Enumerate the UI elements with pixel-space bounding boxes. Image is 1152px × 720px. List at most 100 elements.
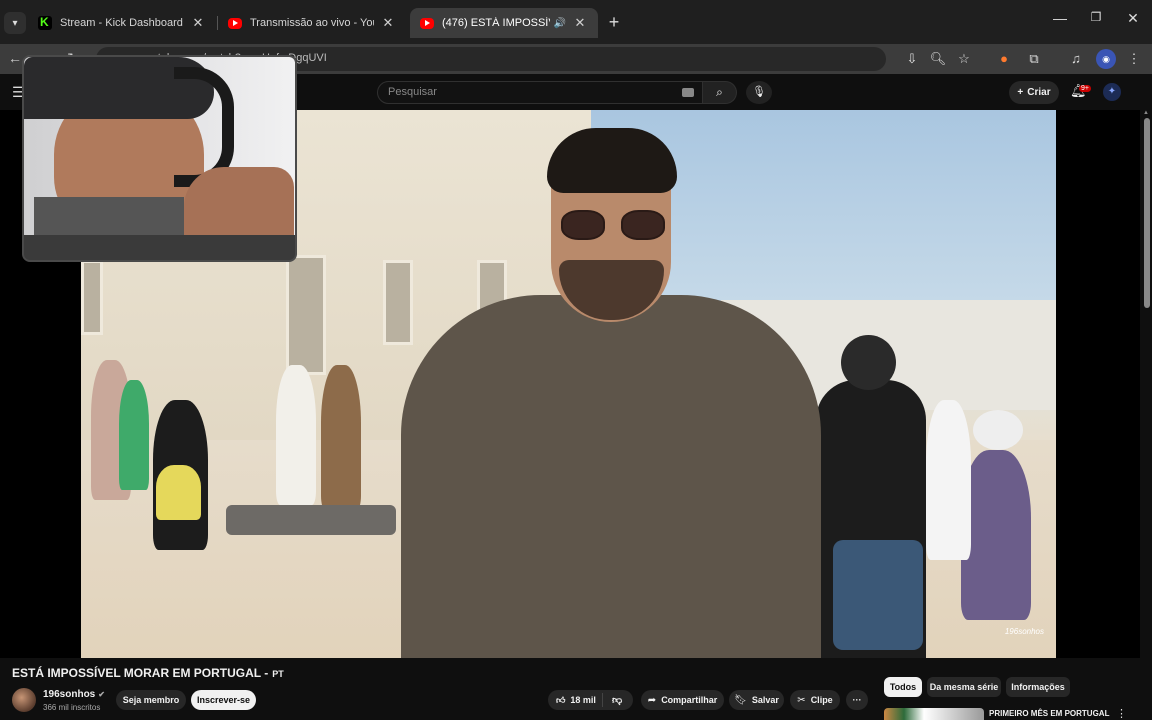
building-window [81,260,103,335]
minimize-icon[interactable]: — [1050,10,1070,26]
bench [226,505,396,535]
crowd-person [276,365,316,505]
clip-button[interactable]: ✂ Clipe [790,690,840,710]
channel-name[interactable]: 196sonhos ✔ [43,689,105,700]
share-button[interactable]: ➦ Compartilhar [641,690,724,710]
speaker-icon[interactable]: 🔊 [554,18,566,29]
video-lang: PT [272,669,284,679]
browser-menu-icon[interactable]: ⋮ [1124,49,1144,69]
profile-avatar[interactable]: ◉ [1096,49,1116,69]
webcam-overlay [22,55,297,262]
building-window [383,260,413,345]
tab-search-button[interactable]: ▾ [4,12,26,34]
bookmark-star-icon[interactable]: ☆ [954,49,974,69]
crowd-person [841,335,896,390]
close-window-icon[interactable]: ✕ [1123,10,1143,27]
save-button[interactable]: 🔖︎ Salvar [729,690,784,710]
save-label: Salvar [751,695,779,705]
crowd-person [961,450,1031,620]
close-icon[interactable]: ✕ [572,15,588,31]
subscriber-count: 366 mil inscritos [43,703,101,712]
notifications-badge: 9+ [1079,85,1091,92]
search-icon: ⌕ [716,85,723,99]
keyboard-icon[interactable] [682,88,694,97]
page-scrollbar[interactable]: ▲ [1142,110,1152,720]
tab-title: Stream - Kick Dashboard [60,17,183,29]
plus-icon: + [1017,87,1024,98]
like-dislike-group: 👍︎ 18 mil 👎︎ [548,690,633,710]
crowd-person [833,540,923,650]
tab-title: (476) ESTÁ IMPOSSÍVEL MORAR EM PORTUGAL [442,17,550,29]
restore-icon[interactable]: ❐ [1086,10,1106,24]
video-title: ESTÁ IMPOSSÍVEL MORAR EM PORTUGAL - PT [12,666,284,680]
bookmark-icon: 🔖︎ [734,694,747,706]
presenter [401,295,821,658]
clip-label: Clipe [810,695,833,705]
new-tab-button[interactable]: + [604,12,624,33]
install-app-icon[interactable]: ⇩ [902,49,922,69]
scroll-thumb[interactable] [1144,118,1150,308]
streamer-hand [184,167,294,235]
like-count: 18 mil [570,695,596,705]
crowd-person [926,400,971,560]
media-control-icon[interactable]: ♫ [1066,49,1086,69]
like-button[interactable]: 👍︎ 18 mil [548,693,603,707]
more-icon: ··· [852,695,862,705]
tab-kick-dashboard[interactable]: Stream - Kick Dashboard ✕ [28,8,216,38]
crowd-person [973,410,1023,450]
voice-search-button[interactable]: 🎙︎ [746,81,772,104]
chip-all[interactable]: Todos [884,677,922,697]
channel-watermark: 196sonhos [1004,627,1044,636]
subscribe-label: Inscrever-se [196,695,251,705]
share-icon: ➦ [647,694,657,706]
channel-avatar[interactable] [12,688,36,712]
chip-same-series[interactable]: Da mesma série [927,677,1001,697]
share-label: Compartilhar [661,695,718,705]
scissors-icon: ✂ [797,694,806,706]
crowd-person [321,365,361,510]
youtube-icon [420,17,434,29]
chip-label: Todos [889,682,917,692]
scroll-up-icon[interactable]: ▲ [1143,110,1149,116]
thumbs-down-icon: 👎︎ [612,695,623,706]
search-button[interactable]: ⌕ [703,81,737,104]
chip-label: Informações [1011,682,1065,692]
search-placeholder: Pesquisar [388,86,437,98]
subscribe-button[interactable]: Inscrever-se [191,690,256,710]
presenter-hair [547,128,677,193]
webcam-feed [24,57,295,235]
chip-label: Da mesma série [929,682,999,692]
recommended-video-title[interactable]: PRIMEIRO MÊS EM PORTUGAL [989,709,1109,718]
close-icon[interactable]: ✕ [380,15,396,31]
dislike-button[interactable]: 👎︎ [603,694,622,706]
youtube-icon [228,17,242,29]
zoom-icon[interactable]: 🔍︎ [928,49,948,69]
close-icon[interactable]: ✕ [190,15,206,31]
streamer-shirt [34,197,184,235]
verified-icon: ✔ [98,690,105,699]
kick-icon [38,15,52,30]
sunglasses [561,210,669,242]
extension-icon[interactable]: ● [994,49,1014,69]
recommended-video-thumbnail[interactable] [884,708,984,720]
join-label: Seja membro [122,695,180,705]
channel-name-text: 196sonhos [43,689,96,700]
microphone-icon: 🎙︎ [752,86,766,98]
building-window [286,255,326,375]
create-button[interactable]: + Criar [1009,81,1059,104]
browser-tab-strip: ▾ Stream - Kick Dashboard ✕ Transmissão … [0,0,1152,44]
tab-title: Transmissão ao vivo - YouTube [250,17,374,29]
more-actions-button[interactable]: ··· [846,690,868,710]
create-label: Criar [1027,87,1051,98]
tab-youtube-live[interactable]: Transmissão ao vivo - YouTube ✕ [218,8,406,38]
video-title-text: ESTÁ IMPOSSÍVEL MORAR EM PORTUGAL - [12,666,269,680]
more-options-icon[interactable]: ⋮ [1116,707,1127,720]
extensions-puzzle-icon[interactable]: ⧉ [1024,49,1044,69]
crowd-person [119,380,149,490]
join-button[interactable]: Seja membro [116,690,186,710]
search-input[interactable]: Pesquisar [377,81,703,104]
crowd-person [156,465,201,520]
chip-info[interactable]: Informações [1006,677,1070,697]
account-avatar[interactable]: ✦ [1103,83,1121,101]
tab-current-video[interactable]: (476) ESTÁ IMPOSSÍVEL MORAR EM PORTUGAL … [410,8,598,38]
